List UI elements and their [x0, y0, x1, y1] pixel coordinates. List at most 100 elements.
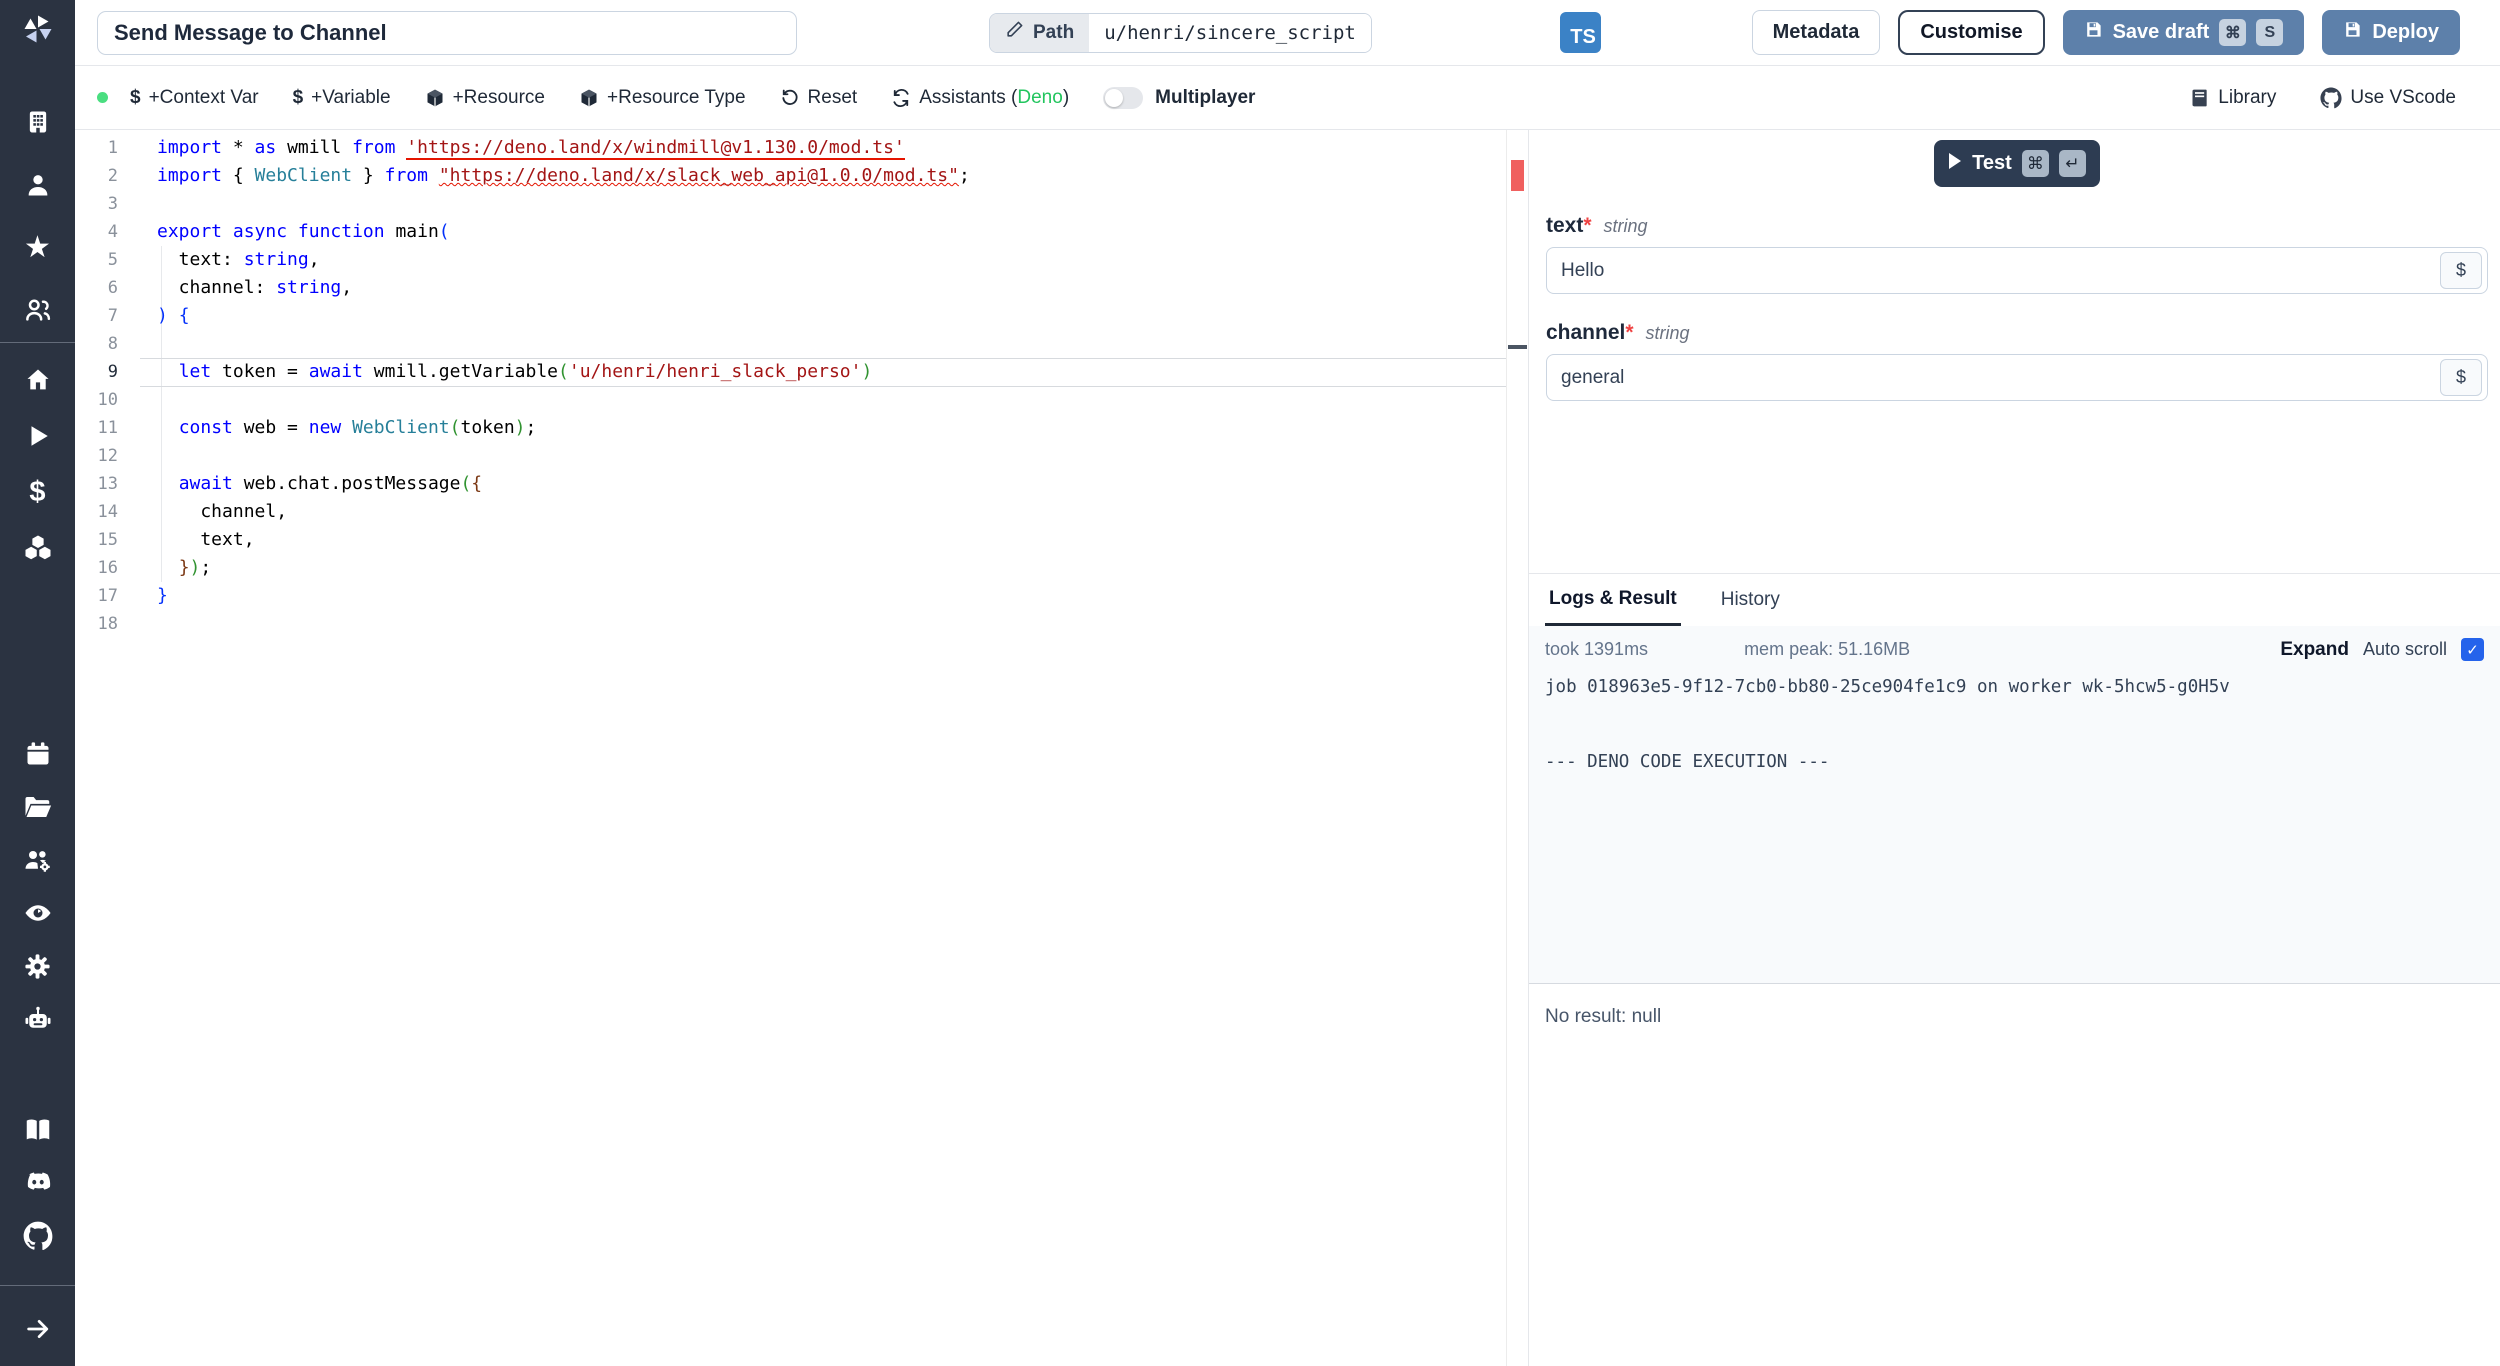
insert-variable-button[interactable]: $	[2440, 252, 2482, 289]
customise-button[interactable]: Customise	[1898, 10, 2045, 55]
windmill-logo[interactable]	[0, 12, 75, 46]
code-token: (	[558, 361, 569, 382]
code-token: }	[178, 557, 190, 578]
code-token: {	[471, 473, 483, 494]
runs-play-icon[interactable]	[0, 419, 75, 453]
channel-field-input[interactable]	[1546, 354, 2488, 401]
code-line[interactable]: ) {	[157, 302, 1504, 330]
code-line[interactable]: import { WebClient } from "https://deno.…	[157, 162, 1504, 190]
audit-eye-icon[interactable]	[0, 896, 75, 930]
path-field[interactable]: Path u/henri/sincere_script	[989, 12, 1372, 53]
workers-robot-icon[interactable]	[0, 1002, 75, 1036]
topbar-actions: Metadata Customise Save draft ⌘ S Deploy	[1751, 10, 2460, 55]
line-number: 15	[97, 530, 118, 550]
code-token: }	[352, 165, 385, 186]
code-line[interactable]: await web.chat.postMessage({	[157, 470, 1504, 498]
tab-logs-result[interactable]: Logs & Result	[1545, 574, 1681, 626]
insert-variable-button[interactable]: $	[2440, 359, 2482, 396]
home-icon[interactable]	[0, 363, 75, 397]
path-value[interactable]: u/henri/sincere_script	[1089, 13, 1371, 52]
autoscroll-checkbox[interactable]: ✓	[2461, 638, 2484, 661]
code-editor[interactable]: 1 2 3 4 5 6 7 8 9 10 11 12 13 14 15 16 17 18 import * as …	[75, 130, 1528, 1366]
expand-arrow-icon[interactable]	[0, 1312, 75, 1346]
code-line[interactable]	[157, 442, 1504, 470]
multiplayer-toggle[interactable]	[1103, 86, 1144, 109]
tab-history[interactable]: History	[1717, 574, 1784, 626]
code-line[interactable]: });	[157, 554, 1504, 582]
docs-book-icon[interactable]	[0, 1113, 75, 1147]
code-line[interactable]: text,	[157, 526, 1504, 554]
code-token: as	[254, 137, 277, 158]
user-icon[interactable]	[0, 168, 75, 202]
use-vscode-button[interactable]: Use VScode	[2320, 87, 2456, 109]
sidebar-divider-bottom	[0, 1285, 75, 1286]
line-number: 13	[97, 474, 118, 494]
overview-ruler[interactable]	[1506, 130, 1528, 1366]
save-icon	[2084, 20, 2103, 45]
code-line[interactable]	[157, 330, 1504, 358]
code-token: (	[438, 221, 450, 242]
code-token: async	[232, 221, 288, 242]
code-line[interactable]: let token = await wmill.getVariable('u/h…	[157, 358, 1504, 386]
code-token: )	[514, 417, 526, 438]
expand-button[interactable]: Expand	[2280, 639, 2349, 661]
test-form: Test ⌘ ↵ text* string $ channel* string …	[1529, 130, 2500, 573]
code-line[interactable]	[157, 386, 1504, 414]
schedules-calendar-icon[interactable]	[0, 737, 75, 771]
deploy-button[interactable]: Deploy	[2322, 10, 2460, 55]
favorites-star-icon[interactable]: ★	[0, 231, 75, 265]
autoscroll-label: Auto scroll	[2362, 639, 2447, 659]
log-duration: took 1391ms	[1545, 639, 1649, 659]
code-line[interactable]: text: string,	[157, 246, 1504, 274]
code-lines[interactable]: import * as wmill from 'https://deno.lan…	[157, 134, 1504, 638]
code-line[interactable]: channel,	[157, 498, 1504, 526]
multiplayer-label: Multiplayer	[1155, 86, 1256, 108]
deno-label: Deno	[1017, 86, 1063, 108]
github-icon[interactable]	[0, 1219, 75, 1253]
topbar: Path u/henri/sincere_script TS Metadata …	[75, 0, 2500, 66]
code-line[interactable]: channel: string,	[157, 274, 1504, 302]
line-number: 1	[107, 138, 118, 158]
toolbar-right: Library Use VScode	[2190, 87, 2456, 109]
discord-icon[interactable]	[0, 1166, 75, 1200]
code-line[interactable]: export async function main(	[157, 218, 1504, 246]
code-token: )	[189, 557, 201, 578]
add-variable-button[interactable]: $ +Variable	[293, 87, 391, 109]
code-token: token =	[211, 361, 309, 382]
code-token: WebClient	[254, 165, 353, 186]
code-line[interactable]	[157, 190, 1504, 218]
save-draft-button[interactable]: Save draft ⌘ S	[2062, 10, 2305, 55]
add-resource-button[interactable]: +Resource	[425, 87, 545, 109]
line-number: 3	[107, 194, 118, 214]
workspace-building-icon[interactable]	[0, 105, 75, 139]
text-field-input[interactable]	[1546, 247, 2488, 294]
test-button[interactable]: Test ⌘ ↵	[1934, 140, 2100, 187]
pencil-icon	[1005, 20, 1024, 45]
add-resource-type-button[interactable]: +Resource Type	[579, 87, 746, 109]
script-title-input[interactable]	[97, 10, 797, 55]
library-button[interactable]: Library	[2190, 87, 2276, 109]
resources-cubes-icon[interactable]	[0, 531, 75, 565]
variables-dollar-icon[interactable]: $	[0, 475, 75, 509]
code-line[interactable]: }	[157, 582, 1504, 610]
code-token: web =	[232, 417, 309, 438]
code-line[interactable]: import * as wmill from 'https://deno.lan…	[157, 134, 1504, 162]
settings-gear-icon[interactable]	[0, 949, 75, 983]
play-icon	[1948, 153, 1962, 174]
groups-gear-icon[interactable]	[0, 843, 75, 877]
reset-button[interactable]: Reset	[780, 87, 857, 109]
folders-icon[interactable]	[0, 790, 75, 824]
ruler-error-mark	[1511, 160, 1524, 191]
logs-tabbar: Logs & Result History	[1529, 574, 2500, 626]
field-label-channel: channel * string	[1546, 321, 1690, 344]
metadata-button[interactable]: Metadata	[1751, 10, 1881, 55]
assistants-button[interactable]: Assistants (Deno)	[891, 87, 1069, 109]
kbd-command: ⌘	[2021, 150, 2049, 177]
code-line[interactable]	[157, 610, 1504, 638]
users-icon[interactable]	[0, 293, 75, 327]
add-context-var-button[interactable]: $ +Context Var	[130, 87, 259, 109]
code-token: wmill.getVariable	[362, 361, 559, 382]
code-line[interactable]: const web = new WebClient(token);	[157, 414, 1504, 442]
